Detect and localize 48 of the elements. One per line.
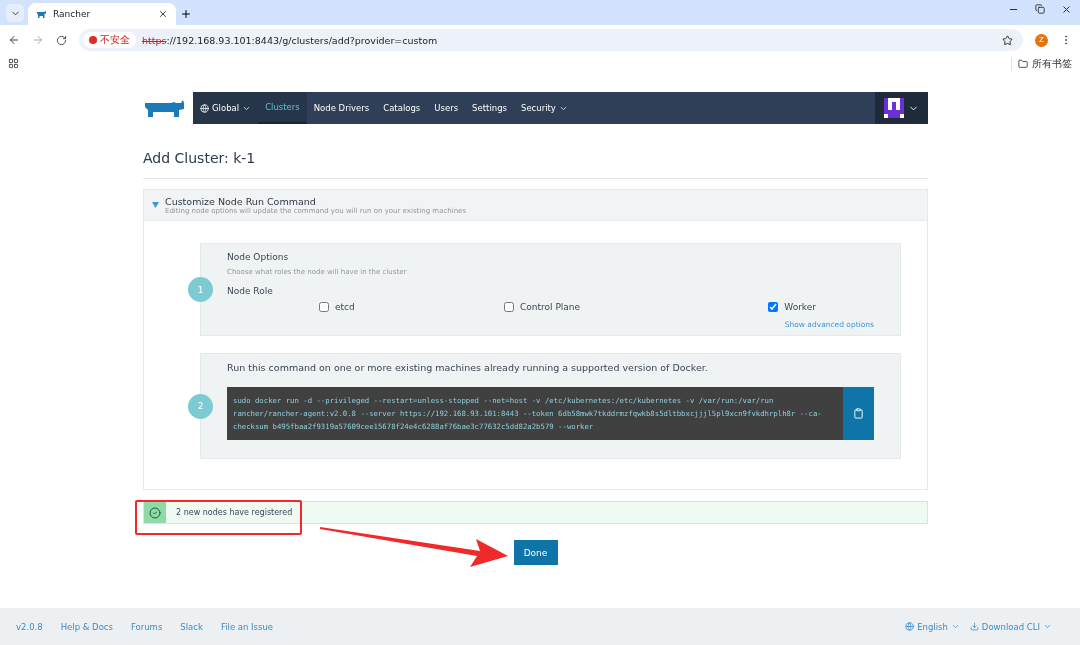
back-icon[interactable] — [8, 34, 20, 46]
folder-icon[interactable] — [1018, 58, 1028, 69]
url-text: https://192.168.93.101:8443/g/clusters/add?provider=custom — [142, 34, 439, 46]
accordion-title: Customize Node Run Command — [165, 195, 317, 207]
user-menu[interactable] — [875, 92, 928, 124]
globe-icon — [200, 103, 209, 113]
new-tab-icon[interactable] — [180, 8, 192, 20]
nav-item[interactable]: Catalogs — [376, 92, 428, 124]
footer-link[interactable]: File an Issue — [220, 621, 274, 632]
bull-logo-icon — [143, 99, 185, 117]
download-icon — [969, 622, 979, 631]
step-number: 1 — [188, 277, 213, 302]
instruction-text: Run this command on one or more existing machines already running a supported version of Docker. — [227, 362, 709, 373]
footer-link[interactable]: Forums — [130, 621, 163, 632]
checkbox[interactable] — [319, 302, 329, 312]
done-button[interactable]: Done — [513, 540, 558, 565]
nav-item[interactable]: Settings — [465, 92, 514, 124]
avatar-icon — [884, 98, 904, 118]
nav-item[interactable]: Security — [514, 92, 575, 124]
role-checkbox[interactable]: etcd — [319, 302, 355, 312]
globe-icon — [905, 622, 915, 631]
checkbox[interactable] — [504, 302, 514, 312]
nav-item[interactable]: Node Drivers — [306, 92, 377, 124]
clipboard-icon — [853, 408, 864, 419]
security-chip[interactable]: 不安全 — [83, 32, 136, 48]
star-icon[interactable] — [1002, 34, 1013, 46]
page-title: Add Cluster: k-1 — [143, 150, 257, 166]
role-checkbox[interactable]: Worker — [768, 302, 816, 312]
restore-icon[interactable] — [1035, 4, 1045, 14]
nav-item[interactable]: Clusters — [258, 92, 307, 124]
browser-tab[interactable]: Rancher — [28, 3, 176, 25]
field-label: Node Role — [227, 286, 274, 296]
address-bar[interactable]: 不安全 https://192.168.93.101:8443/g/clusters/add?provider=custom — [79, 29, 1023, 51]
chevron-down-icon — [1043, 622, 1052, 631]
tab-title: Rancher — [53, 9, 92, 19]
close-icon[interactable] — [158, 9, 168, 19]
role-checkbox[interactable]: Control Plane — [504, 302, 581, 312]
nav-item[interactable]: Users — [427, 92, 466, 124]
reload-icon[interactable] — [56, 34, 67, 46]
chevron-down-icon — [950, 622, 960, 631]
bookmarks-label[interactable]: 所有书签 — [1032, 56, 1072, 71]
close-icon[interactable] — [1061, 4, 1072, 15]
bull-logo-icon — [36, 9, 47, 19]
section-title: Node Options — [227, 252, 290, 262]
apps-icon[interactable] — [8, 58, 19, 69]
nav-item[interactable]: Global — [193, 92, 259, 124]
banner-text: 2 new nodes have registered — [176, 508, 293, 517]
checkbox[interactable] — [768, 302, 779, 312]
